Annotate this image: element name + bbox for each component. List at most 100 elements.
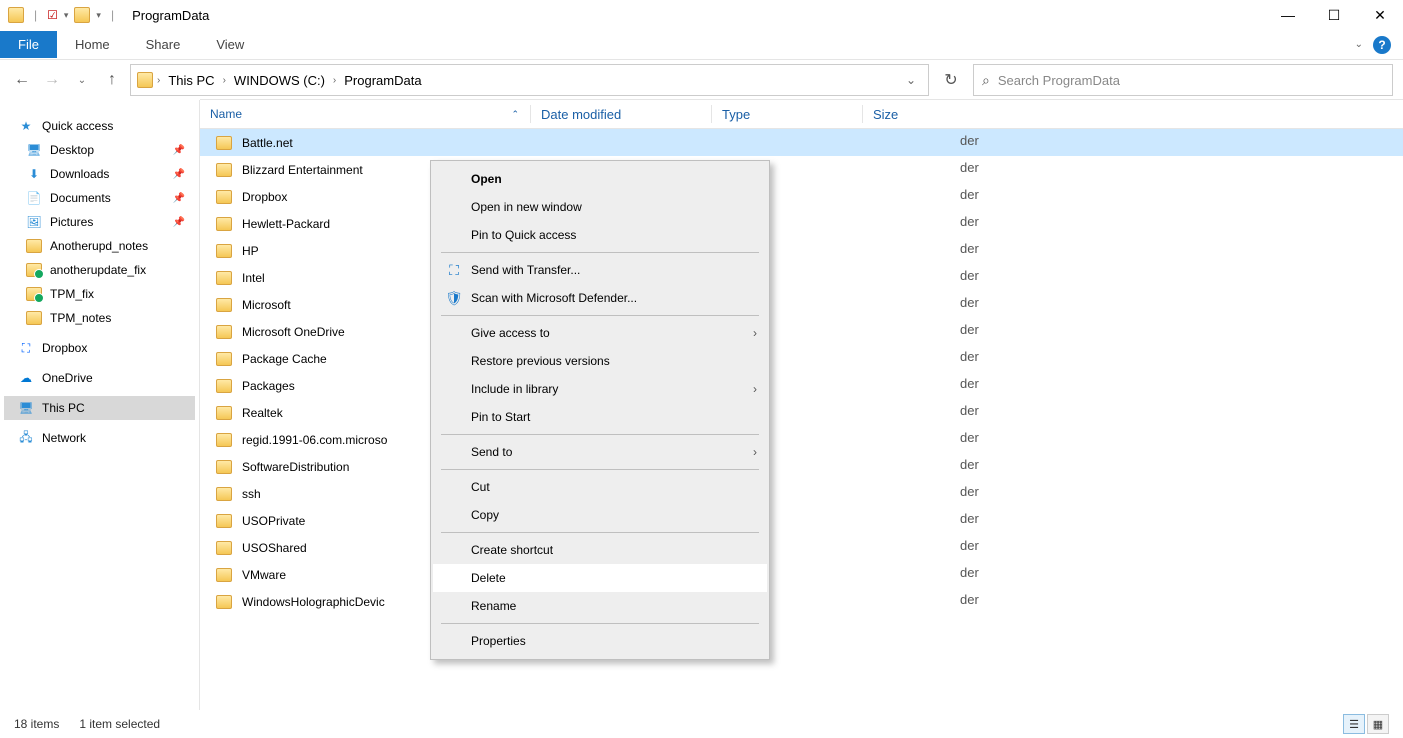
file-row[interactable]: SoftwareDistributionder bbox=[200, 453, 1403, 480]
ribbon: File Home Share View ⌄ ? bbox=[0, 30, 1403, 60]
tab-view[interactable]: View bbox=[198, 31, 262, 58]
ctx-restore-previous[interactable]: Restore previous versions bbox=[433, 347, 767, 375]
sidebar-thispc[interactable]: 🖥This PC bbox=[4, 396, 195, 420]
view-details-button[interactable]: ☰ bbox=[1343, 714, 1365, 734]
chevron-right-icon[interactable]: › bbox=[223, 75, 226, 86]
sidebar-tpm-fix[interactable]: TPM_fix bbox=[4, 282, 195, 306]
tab-share[interactable]: Share bbox=[128, 31, 199, 58]
close-button[interactable]: ✕ bbox=[1357, 0, 1403, 30]
file-row[interactable]: Battle.net der bbox=[200, 129, 1403, 156]
file-row[interactable]: Hewlett-Packardder bbox=[200, 210, 1403, 237]
search-input[interactable]: ⌕ Search ProgramData bbox=[973, 64, 1393, 96]
file-row[interactable]: WindowsHolographicDevicder bbox=[200, 588, 1403, 615]
folder-icon bbox=[216, 136, 232, 150]
file-row[interactable]: HPder bbox=[200, 237, 1403, 264]
sidebar-tpm-notes[interactable]: TPM_notes bbox=[4, 306, 195, 330]
breadcrumb-thispc[interactable]: This PC bbox=[164, 71, 218, 90]
sidebar-network[interactable]: 🖧Network bbox=[4, 426, 195, 450]
folder-icon bbox=[216, 487, 232, 501]
pictures-icon: 🖼 bbox=[26, 214, 42, 230]
column-name[interactable]: Name⌃ bbox=[200, 100, 530, 128]
status-item-count: 18 items bbox=[14, 717, 59, 731]
qat-separator: | bbox=[34, 8, 37, 22]
refresh-button[interactable]: ↻ bbox=[935, 64, 967, 96]
ctx-delete[interactable]: Delete bbox=[433, 564, 767, 592]
sidebar-downloads[interactable]: ⬇Downloads📌 bbox=[4, 162, 195, 186]
qat-dropdown-icon[interactable]: ▾ bbox=[64, 10, 69, 21]
forward-button[interactable]: → bbox=[40, 68, 64, 92]
file-row[interactable]: Realtekder bbox=[200, 399, 1403, 426]
breadcrumb-drive[interactable]: WINDOWS (C:) bbox=[230, 71, 329, 90]
ctx-pin-quick-access[interactable]: Pin to Quick access bbox=[433, 221, 767, 249]
back-button[interactable]: ← bbox=[10, 68, 34, 92]
search-icon: ⌕ bbox=[982, 72, 990, 89]
tab-file[interactable]: File bbox=[0, 31, 57, 58]
ctx-send-transfer[interactable]: ⛶Send with Transfer... bbox=[433, 256, 767, 284]
file-row[interactable]: Dropboxder bbox=[200, 183, 1403, 210]
chevron-right-icon[interactable]: › bbox=[157, 75, 160, 86]
ctx-separator bbox=[441, 434, 759, 435]
ctx-open[interactable]: Open bbox=[433, 165, 767, 193]
file-row[interactable]: Package Cacheder bbox=[200, 345, 1403, 372]
sidebar-anotherupd[interactable]: Anotherupd_notes bbox=[4, 234, 195, 258]
column-type[interactable]: Type bbox=[712, 100, 862, 128]
sidebar-desktop[interactable]: 🖥Desktop📌 bbox=[4, 138, 195, 162]
ctx-separator bbox=[441, 252, 759, 253]
up-button[interactable]: ↑ bbox=[100, 68, 124, 92]
file-row[interactable]: Intelder bbox=[200, 264, 1403, 291]
pin-icon: 📌 bbox=[173, 169, 185, 180]
address-bar[interactable]: › This PC › WINDOWS (C:) › ProgramData ⌄ bbox=[130, 64, 929, 96]
file-row[interactable]: USOPrivateder bbox=[200, 507, 1403, 534]
file-row[interactable]: USOSharedder bbox=[200, 534, 1403, 561]
ctx-open-new-window[interactable]: Open in new window bbox=[433, 193, 767, 221]
file-row[interactable]: Microsoftder bbox=[200, 291, 1403, 318]
view-large-icons-button[interactable]: ▦ bbox=[1367, 714, 1389, 734]
ctx-include-library[interactable]: Include in library› bbox=[433, 375, 767, 403]
file-row[interactable]: Blizzard Entertainmentder bbox=[200, 156, 1403, 183]
file-row[interactable]: VMwareder bbox=[200, 561, 1403, 588]
folder-icon bbox=[216, 190, 232, 204]
column-size[interactable]: Size bbox=[863, 100, 943, 128]
folder-icon bbox=[216, 298, 232, 312]
qat-dropdown2-icon[interactable]: ▾ bbox=[96, 10, 101, 21]
sidebar-dropbox[interactable]: ⛶Dropbox bbox=[4, 336, 195, 360]
onedrive-icon: ☁ bbox=[18, 370, 34, 386]
address-dropdown-icon[interactable]: ⌄ bbox=[900, 73, 922, 87]
column-date[interactable]: Date modified bbox=[531, 100, 711, 128]
file-row[interactable]: regid.1991-06.com.microsoder bbox=[200, 426, 1403, 453]
ctx-separator bbox=[441, 469, 759, 470]
qat-checkbox-icon[interactable]: ☑ bbox=[47, 8, 58, 22]
sidebar-documents[interactable]: 📄Documents📌 bbox=[4, 186, 195, 210]
folder-icon bbox=[26, 262, 42, 278]
sidebar-anotherupdate-fix[interactable]: anotherupdate_fix bbox=[4, 258, 195, 282]
ribbon-expand-icon[interactable]: ⌄ bbox=[1355, 39, 1363, 50]
minimize-button[interactable]: ― bbox=[1265, 0, 1311, 30]
qat-separator2: | bbox=[111, 8, 114, 22]
sidebar-onedrive[interactable]: ☁OneDrive bbox=[4, 366, 195, 390]
ctx-rename[interactable]: Rename bbox=[433, 592, 767, 620]
maximize-button[interactable]: ☐ bbox=[1311, 0, 1357, 30]
ctx-separator bbox=[441, 623, 759, 624]
ctx-properties[interactable]: Properties bbox=[433, 627, 767, 655]
file-row[interactable]: Microsoft OneDriveder bbox=[200, 318, 1403, 345]
ctx-send-to[interactable]: Send to› bbox=[433, 438, 767, 466]
app-icon bbox=[8, 7, 24, 23]
shield-icon: 🛡 bbox=[441, 290, 467, 307]
ctx-scan-defender[interactable]: 🛡Scan with Microsoft Defender... bbox=[433, 284, 767, 312]
sidebar-pictures[interactable]: 🖼Pictures📌 bbox=[4, 210, 195, 234]
file-row[interactable]: sshder bbox=[200, 480, 1403, 507]
ctx-create-shortcut[interactable]: Create shortcut bbox=[433, 536, 767, 564]
ctx-give-access[interactable]: Give access to› bbox=[433, 319, 767, 347]
breadcrumb-folder[interactable]: ProgramData bbox=[340, 71, 425, 90]
ctx-cut[interactable]: Cut bbox=[433, 473, 767, 501]
folder-icon bbox=[26, 286, 42, 302]
star-icon: ★ bbox=[18, 118, 34, 134]
sidebar-quickaccess[interactable]: ★Quick access bbox=[4, 114, 195, 138]
recent-locations-button[interactable]: ⌄ bbox=[70, 68, 94, 92]
file-row[interactable]: Packagesder bbox=[200, 372, 1403, 399]
tab-home[interactable]: Home bbox=[57, 31, 128, 58]
ctx-copy[interactable]: Copy bbox=[433, 501, 767, 529]
chevron-right-icon[interactable]: › bbox=[333, 75, 336, 86]
help-icon[interactable]: ? bbox=[1373, 36, 1391, 54]
ctx-pin-start[interactable]: Pin to Start bbox=[433, 403, 767, 431]
